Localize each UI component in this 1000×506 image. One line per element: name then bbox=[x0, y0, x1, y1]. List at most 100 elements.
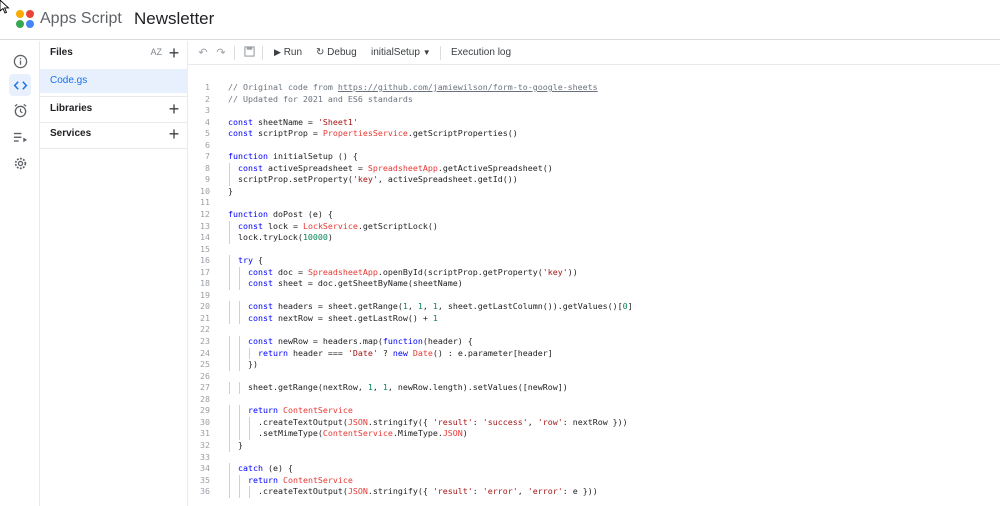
add-service-button[interactable]: + bbox=[166, 125, 182, 143]
triggers-alarm-icon[interactable] bbox=[9, 99, 31, 121]
code-line[interactable]: 33 bbox=[188, 452, 1000, 464]
code-line[interactable]: 22 bbox=[188, 324, 1000, 336]
chevron-down-icon: ▼ bbox=[422, 48, 431, 57]
line-number: 8 bbox=[205, 162, 210, 173]
code-line[interactable]: 20 const headers = sheet.getRange(1, 1, … bbox=[188, 301, 1000, 313]
code-line[interactable]: 26 bbox=[188, 371, 1000, 383]
line-number: 25 bbox=[200, 359, 210, 370]
code-line[interactable]: 30 .createTextOutput(JSON.stringify({ 'r… bbox=[188, 416, 1000, 429]
code-line[interactable]: 1 // Original code from https://github.co… bbox=[188, 82, 1000, 94]
debug-icon: ↻ bbox=[316, 47, 325, 58]
code-line[interactable]: 28 bbox=[188, 394, 1000, 406]
line-number: 33 bbox=[200, 451, 210, 462]
code-text: .setMimeType(ContentService.MimeType.JSO… bbox=[228, 428, 468, 439]
code-line[interactable]: 35 return ContentService bbox=[188, 474, 1000, 487]
code-line[interactable]: 10} bbox=[188, 186, 1000, 198]
code-line[interactable]: 4 const sheetName = 'Sheet1' bbox=[188, 117, 1000, 129]
code-line[interactable]: 14 lock.tryLock(10000) bbox=[188, 232, 1000, 244]
code-line[interactable]: 32 } bbox=[188, 439, 1000, 452]
function-select-value: initialSetup bbox=[371, 47, 420, 58]
code-line[interactable]: 27 sheet.getRange(nextRow, 1, 1, newRow.… bbox=[188, 382, 1000, 394]
executions-list-icon[interactable] bbox=[9, 126, 31, 148]
line-number: 26 bbox=[200, 370, 210, 381]
files-header: Files AZ + bbox=[40, 41, 188, 67]
editor-code-icon[interactable] bbox=[9, 74, 31, 96]
code-line[interactable]: 21 const nextRow = sheet.getLastRow() + … bbox=[188, 312, 1000, 325]
code-line[interactable]: 2 // Updated for 2021 and ES6 standards bbox=[188, 94, 1000, 106]
code-line[interactable]: 6 bbox=[188, 140, 1000, 152]
code-line[interactable]: 12 function doPost (e) { bbox=[188, 209, 1000, 221]
code-line[interactable]: 15 bbox=[188, 244, 1000, 256]
code-line[interactable]: 18 const sheet = doc.getSheetByName(shee… bbox=[188, 278, 1000, 290]
apps-script-logo-icon[interactable] bbox=[14, 8, 36, 30]
code-line[interactable]: 9 scriptProp.setProperty('key', activeSp… bbox=[188, 174, 1000, 186]
line-number: 7 bbox=[205, 151, 210, 162]
code-text: catch (e) { bbox=[238, 463, 293, 474]
line-number: 10 bbox=[200, 185, 210, 196]
line-number: 19 bbox=[200, 289, 210, 300]
function-select[interactable]: initialSetup ▼ bbox=[371, 47, 431, 58]
code-line[interactable]: 34 catch (e) { bbox=[188, 463, 1000, 475]
code-text: const activeSpreadsheet = SpreadsheetApp… bbox=[238, 162, 553, 173]
settings-gear-icon[interactable] bbox=[9, 152, 31, 174]
undo-icon[interactable]: ↶ bbox=[196, 46, 210, 60]
sort-az-icon[interactable]: AZ bbox=[150, 47, 162, 57]
code-lines: 1 // Original code from https://github.co… bbox=[188, 82, 1000, 498]
overview-icon[interactable] bbox=[9, 50, 31, 72]
code-text: const newRow = headers.map(function(head… bbox=[247, 336, 473, 347]
code-line[interactable]: 29 return ContentService bbox=[188, 405, 1000, 417]
code-text: try { bbox=[238, 255, 263, 266]
code-line[interactable]: 11 bbox=[188, 197, 1000, 209]
libraries-label: Libraries bbox=[50, 103, 93, 114]
code-text: const nextRow = sheet.getLastRow() + 1 bbox=[247, 312, 438, 323]
services-label: Services bbox=[50, 128, 92, 139]
add-library-button[interactable]: + bbox=[166, 100, 182, 118]
line-number: 35 bbox=[200, 474, 210, 485]
line-number: 29 bbox=[200, 405, 210, 416]
line-number: 9 bbox=[205, 174, 210, 185]
code-line[interactable]: 24 return header === 'Date' ? new Date()… bbox=[188, 347, 1000, 360]
code-line[interactable]: 16 try { bbox=[188, 255, 1000, 267]
divider bbox=[40, 148, 188, 149]
editor-toolbar: ↶ ↷ ▶ Run ↻ Debug initialSetup ▼ Executi… bbox=[188, 41, 1000, 65]
code-text: // Original code from https://github.com… bbox=[228, 82, 598, 92]
code-line[interactable]: 36 .createTextOutput(JSON.stringify({ 'r… bbox=[188, 486, 1000, 498]
save-icon[interactable] bbox=[242, 46, 256, 60]
code-line[interactable]: 8 const activeSpreadsheet = SpreadsheetA… bbox=[188, 162, 1000, 175]
code-line[interactable]: 5 const scriptProp = PropertiesService.ge… bbox=[188, 128, 1000, 140]
line-number: 21 bbox=[200, 312, 210, 323]
code-line[interactable]: 25 }) bbox=[188, 359, 1000, 371]
code-text: scriptProp.setProperty('key', activeSpre… bbox=[228, 174, 518, 185]
code-text: function initialSetup () { bbox=[228, 151, 358, 162]
libraries-row[interactable]: Libraries + bbox=[40, 97, 188, 123]
run-button[interactable]: ▶ Run bbox=[274, 47, 302, 58]
code-editor[interactable]: 1 // Original code from https://github.co… bbox=[188, 66, 1000, 506]
line-number: 36 bbox=[200, 486, 210, 497]
code-text: sheet.getRange(nextRow, 1, 1, newRow.len… bbox=[228, 382, 568, 393]
code-line[interactable]: 3 bbox=[188, 105, 1000, 117]
run-icon: ▶ bbox=[274, 47, 281, 57]
code-text: return ContentService bbox=[247, 405, 353, 416]
line-number: 11 bbox=[200, 197, 210, 208]
code-text: const doc = SpreadsheetApp.openById(scri… bbox=[247, 266, 578, 277]
code-line[interactable]: 31 .setMimeType(ContentService.MimeType.… bbox=[188, 428, 1000, 440]
toolbar-divider bbox=[234, 46, 235, 60]
code-line[interactable]: 17 const doc = SpreadsheetApp.openById(s… bbox=[188, 266, 1000, 279]
code-line[interactable]: 7 function initialSetup () { bbox=[188, 151, 1000, 163]
redo-icon[interactable]: ↷ bbox=[214, 46, 228, 60]
project-title[interactable]: Newsletter bbox=[134, 9, 214, 29]
debug-button[interactable]: ↻ Debug bbox=[316, 47, 357, 58]
line-number: 22 bbox=[200, 324, 210, 335]
app-name[interactable]: Apps Script bbox=[40, 10, 122, 28]
file-item-code-gs[interactable]: Code.gs bbox=[40, 69, 188, 93]
code-line[interactable]: 13 const lock = LockService.getScriptLoc… bbox=[188, 220, 1000, 233]
execution-log-button[interactable]: Execution log bbox=[451, 47, 511, 58]
line-number: 2 bbox=[205, 93, 210, 104]
services-row[interactable]: Services + bbox=[40, 122, 188, 148]
code-line[interactable]: 19 bbox=[188, 290, 1000, 302]
code-text: function doPost (e) { bbox=[228, 209, 333, 220]
add-file-button[interactable]: + bbox=[166, 44, 182, 62]
code-line[interactable]: 23 const newRow = headers.map(function(h… bbox=[188, 336, 1000, 348]
line-number: 20 bbox=[200, 301, 210, 312]
code-text: const sheet = doc.getSheetByName(sheetNa… bbox=[247, 278, 463, 289]
